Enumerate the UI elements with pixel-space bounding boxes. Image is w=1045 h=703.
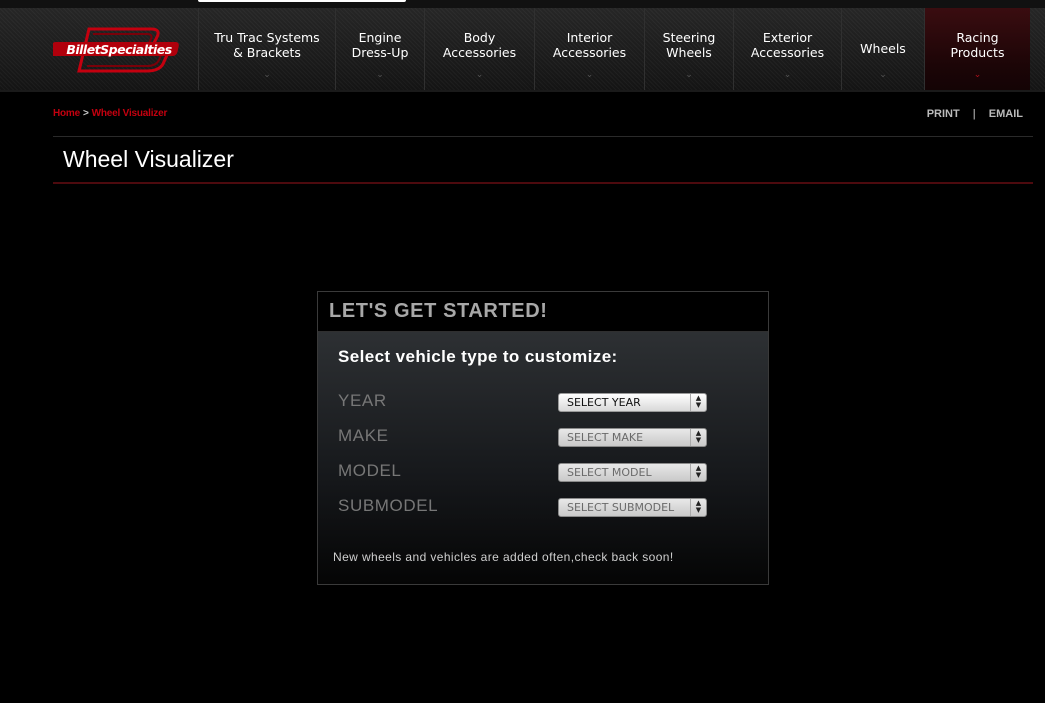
chevron-down-icon: ⌄ bbox=[585, 70, 594, 80]
select-arrows-icon: ▲ ▼ bbox=[690, 429, 706, 446]
top-strip bbox=[0, 0, 1045, 8]
breadcrumb-separator: > bbox=[82, 108, 89, 119]
chevron-down-icon: ⌄ bbox=[475, 70, 484, 80]
vehicle-selector-panel: LET'S GET STARTED! Select vehicle type t… bbox=[317, 291, 769, 585]
panel-note: New wheels and vehicles are added often,… bbox=[333, 550, 674, 564]
submodel-select[interactable]: SELECT SUBMODEL ▲ ▼ bbox=[558, 498, 707, 517]
model-field-row: MODEL SELECT MODEL ▲ ▼ bbox=[338, 461, 708, 485]
breadcrumb-current[interactable]: Wheel Visualizer bbox=[92, 108, 168, 119]
chevron-down-icon: ⌄ bbox=[783, 70, 792, 80]
nav-item-body-accessories[interactable]: Body Accessories ⌄ bbox=[424, 8, 534, 90]
year-select[interactable]: SELECT YEAR ▲ ▼ bbox=[558, 393, 707, 412]
submodel-field-row: SUBMODEL SELECT SUBMODEL ▲ ▼ bbox=[338, 496, 708, 520]
make-field-row: MAKE SELECT MAKE ▲ ▼ bbox=[338, 426, 708, 450]
brand-logo[interactable]: BilletSpecialties bbox=[53, 26, 185, 74]
make-select[interactable]: SELECT MAKE ▲ ▼ bbox=[558, 428, 707, 447]
chevron-down-icon: ⌄ bbox=[973, 70, 982, 80]
year-field-row: YEAR SELECT YEAR ▲ ▼ bbox=[338, 391, 708, 415]
nav-item-racing-products[interactable]: Racing Products ⌄ bbox=[924, 8, 1030, 90]
utility-links: PRINT | EMAIL bbox=[927, 108, 1023, 120]
nav-item-label: Engine Dress-Up bbox=[351, 30, 409, 60]
nav-item-tru-trac[interactable]: Tru Trac Systems & Brackets ⌄ bbox=[198, 8, 335, 90]
page-title: Wheel Visualizer bbox=[63, 146, 234, 172]
nav-item-label: Interior Accessories bbox=[552, 30, 627, 60]
panel-header: LET'S GET STARTED! bbox=[318, 292, 768, 332]
header-divider bbox=[53, 136, 1033, 137]
nav-item-interior-accessories[interactable]: Interior Accessories ⌄ bbox=[534, 8, 644, 90]
email-link[interactable]: EMAIL bbox=[989, 108, 1023, 120]
nav-item-label: Steering Wheels bbox=[662, 30, 716, 60]
nav-item-label: Racing Products bbox=[950, 30, 1005, 60]
nav-menu: Tru Trac Systems & Brackets ⌄ Engine Dre… bbox=[198, 8, 1030, 90]
nav-item-exterior-accessories[interactable]: Exterior Accessories ⌄ bbox=[733, 8, 841, 90]
model-label: MODEL bbox=[338, 461, 402, 480]
utility-separator: | bbox=[972, 108, 976, 120]
nav-item-label: Wheels bbox=[860, 40, 906, 56]
submodel-select-value: SELECT SUBMODEL bbox=[567, 501, 675, 514]
print-link[interactable]: PRINT bbox=[927, 108, 960, 120]
panel-heading: LET'S GET STARTED! bbox=[329, 300, 548, 322]
title-underline bbox=[53, 182, 1033, 184]
panel-body: Select vehicle type to customize: YEAR S… bbox=[318, 332, 768, 584]
make-label: MAKE bbox=[338, 426, 389, 445]
nav-item-steering-wheels[interactable]: Steering Wheels ⌄ bbox=[644, 8, 733, 90]
top-highlight bbox=[198, 0, 406, 2]
model-select-value: SELECT MODEL bbox=[567, 466, 652, 479]
select-arrows-icon: ▲ ▼ bbox=[690, 499, 706, 516]
chevron-down-icon: ⌄ bbox=[879, 70, 887, 80]
chevron-down-icon: ⌄ bbox=[685, 70, 693, 80]
year-select-value: SELECT YEAR bbox=[567, 396, 641, 409]
select-arrows-icon: ▲ ▼ bbox=[690, 394, 706, 411]
nav-item-wheels[interactable]: Wheels ⌄ bbox=[841, 8, 924, 90]
nav-item-label: Body Accessories bbox=[442, 30, 517, 60]
make-select-value: SELECT MAKE bbox=[567, 431, 644, 444]
nav-item-engine-dress-up[interactable]: Engine Dress-Up ⌄ bbox=[335, 8, 424, 90]
chevron-down-icon: ⌄ bbox=[263, 70, 271, 80]
breadcrumb: Home > Wheel Visualizer bbox=[53, 108, 167, 119]
select-arrows-icon: ▲ ▼ bbox=[690, 464, 706, 481]
breadcrumb-home-link[interactable]: Home bbox=[53, 108, 80, 119]
panel-subheading: Select vehicle type to customize: bbox=[338, 347, 618, 366]
nav-item-label: Tru Trac Systems & Brackets bbox=[214, 30, 320, 60]
nav-item-label: Exterior Accessories bbox=[750, 30, 825, 60]
chevron-down-icon: ⌄ bbox=[376, 70, 384, 80]
model-select[interactable]: SELECT MODEL ▲ ▼ bbox=[558, 463, 707, 482]
main-navbar: BilletSpecialties Tru Trac Systems & Bra… bbox=[0, 8, 1045, 92]
year-label: YEAR bbox=[338, 391, 387, 410]
logo-text: BilletSpecialties bbox=[66, 42, 172, 57]
submodel-label: SUBMODEL bbox=[338, 496, 439, 515]
